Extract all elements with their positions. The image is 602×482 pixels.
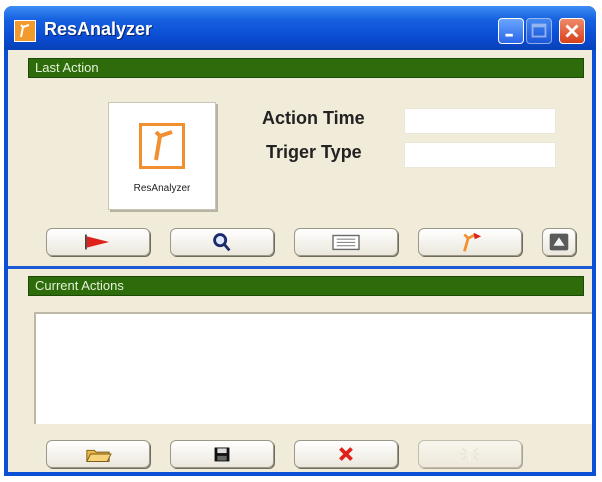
title-bar[interactable]: ResAnalyzer xyxy=(4,6,596,50)
minimize-button[interactable] xyxy=(498,18,524,44)
delete-button[interactable] xyxy=(294,440,398,468)
folder-open-icon xyxy=(86,449,112,462)
floppy-disk-icon xyxy=(214,447,230,462)
client-area: Last Action ResAnalyzer Action Time Trig… xyxy=(8,50,592,472)
red-x-icon xyxy=(339,447,353,461)
trigger-button[interactable] xyxy=(418,228,522,256)
trigger-flag-logo-icon xyxy=(139,123,185,169)
minimize-icon xyxy=(505,33,513,37)
action-time-label: Action Time xyxy=(262,108,365,128)
trigger-type-field[interactable] xyxy=(404,142,556,168)
last-action-header: Last Action xyxy=(28,58,584,78)
list-icon xyxy=(332,234,360,251)
clear-button[interactable] xyxy=(418,440,522,468)
resanalyzer-app-icon xyxy=(14,20,36,42)
open-button[interactable] xyxy=(46,440,150,468)
current-actions-header: Current Actions xyxy=(28,276,584,296)
maximize-icon xyxy=(531,23,547,38)
action-time-field[interactable] xyxy=(404,108,556,134)
trigger-type-label: Triger Type xyxy=(266,142,362,162)
trigger-flag-icon xyxy=(463,232,482,252)
burst-icon xyxy=(458,446,482,462)
section-divider xyxy=(8,266,592,269)
window-title: ResAnalyzer xyxy=(44,19,153,39)
collapse-button[interactable] xyxy=(542,228,576,256)
magnifier-icon xyxy=(213,233,231,252)
maximize-button[interactable] xyxy=(526,18,552,44)
close-button[interactable] xyxy=(559,18,585,44)
action-logo-card[interactable]: ResAnalyzer xyxy=(108,102,216,210)
save-button[interactable] xyxy=(170,440,274,468)
red-flag-play-icon xyxy=(85,234,110,250)
app-window: ResAnalyzer Last Action ResAnalyzer Acti… xyxy=(4,6,596,476)
triangle-up-icon xyxy=(549,233,569,251)
close-icon xyxy=(565,24,579,38)
details-button[interactable] xyxy=(294,228,398,256)
play-button[interactable] xyxy=(46,228,150,256)
search-button[interactable] xyxy=(170,228,274,256)
current-actions-list[interactable] xyxy=(34,312,592,424)
logo-caption: ResAnalyzer xyxy=(133,183,191,194)
